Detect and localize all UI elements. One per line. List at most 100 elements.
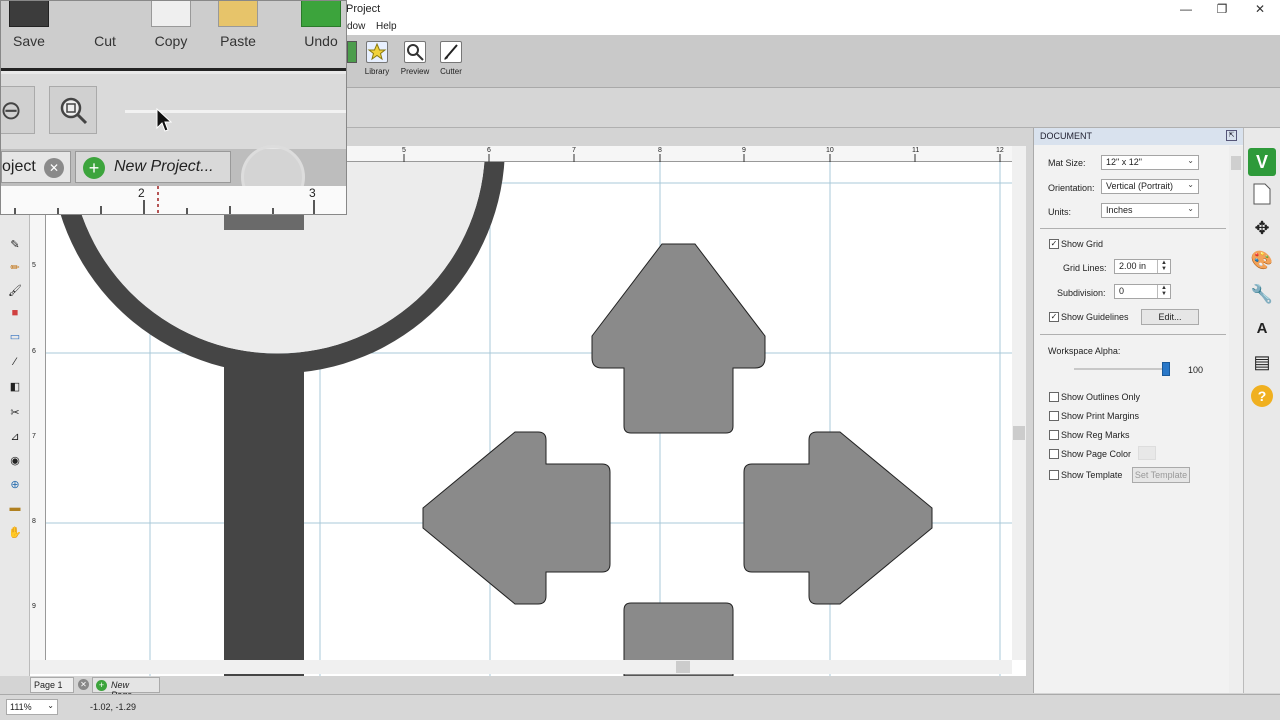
layers-icon[interactable]: ▤ — [1248, 348, 1276, 376]
show-guidelines-checkbox[interactable]: ✓ — [1049, 312, 1059, 322]
vertical-ruler[interactable]: 5 6 7 8 9 — [30, 162, 46, 660]
hscroll-thumb[interactable] — [676, 661, 690, 673]
magnified-toolbar: Save Cut Copy Paste Undo — [1, 1, 346, 71]
zoom-tool-icon[interactable]: ⊕ — [7, 476, 23, 492]
project-tab[interactable]: oject ✕ — [1, 151, 71, 183]
units-select[interactable]: Inches ⌄ — [1101, 203, 1199, 218]
page-tab[interactable]: Page 1 — [30, 677, 74, 693]
workspace-alpha-label: Workspace Alpha: — [1048, 346, 1121, 356]
magnified-ruler: 2 3 — [1, 186, 346, 214]
page-color-swatch[interactable] — [1138, 446, 1156, 460]
cutter-label: Cutter — [440, 67, 462, 76]
zoom-fit-icon[interactable] — [49, 86, 97, 134]
show-reg-marks-checkbox[interactable] — [1049, 430, 1059, 440]
close-tab-icon[interactable]: ✕ — [78, 679, 89, 690]
new-project-tab[interactable]: + New Project... — [75, 151, 231, 183]
zoom-value: 111% — [10, 702, 32, 712]
maximize-button[interactable]: ❐ — [1204, 0, 1240, 18]
partial-tool-icon[interactable] — [347, 41, 357, 63]
preview-button[interactable]: Preview — [397, 41, 433, 85]
show-template-label: Show Template — [1061, 470, 1123, 480]
chevron-down-icon: ⌄ — [47, 701, 54, 710]
preview-label: Preview — [400, 67, 430, 76]
spinner-arrows-icon[interactable]: ▲ ▼ — [1157, 285, 1170, 298]
show-print-margins-checkbox[interactable] — [1049, 411, 1059, 421]
grid-lines-value: 2.00 in — [1119, 261, 1147, 271]
wrench-icon[interactable]: 🔧 — [1248, 280, 1276, 308]
palette-icon[interactable]: 🎨 — [1248, 246, 1276, 274]
close-tab-icon[interactable]: ✕ — [44, 158, 64, 178]
panel-scroll-thumb[interactable] — [1231, 156, 1241, 170]
window-title: Project — [346, 3, 381, 15]
knife-icon[interactable]: ✂ — [7, 404, 23, 420]
plus-icon: + — [96, 680, 107, 691]
show-outlines-only-label: Show Outlines Only — [1061, 392, 1141, 402]
chevron-down-icon: ⌄ — [1187, 180, 1194, 189]
app-logo-icon[interactable]: V — [1248, 148, 1276, 176]
minimize-button[interactable]: — — [1168, 0, 1204, 18]
hruler-label: 7 — [572, 147, 576, 154]
close-window-button[interactable]: ✕ — [1242, 0, 1278, 18]
eyedropper-icon[interactable]: ⁄ — [7, 354, 23, 370]
grid-lines-input[interactable]: 2.00 in ▲ ▼ — [1114, 259, 1171, 274]
show-grid-label: Show Grid — [1061, 239, 1104, 249]
undo-button[interactable]: Undo — [299, 1, 343, 49]
hruler-label: 9 — [742, 147, 746, 154]
save-button[interactable]: Save — [7, 1, 51, 49]
project-tab-label: oject — [2, 158, 36, 175]
plus-icon: + — [83, 157, 105, 179]
edit-guidelines-button[interactable]: Edit... — [1141, 309, 1199, 325]
vruler-label: 5 — [32, 262, 36, 269]
spinner-arrows-icon[interactable]: ▲ ▼ — [1157, 260, 1170, 273]
show-grid-checkbox[interactable]: ✓ — [1049, 239, 1059, 249]
zoom-out-icon[interactable]: ⊖ — [1, 86, 35, 134]
panel-popout-icon[interactable]: ⇱ — [1226, 130, 1237, 141]
show-outlines-only-checkbox[interactable] — [1049, 392, 1059, 402]
left-toolbar: ✎ ✏ 🖌 ■ ▭ ⁄ ◧ ✂ ⊿ ◉ ⊕ ▬ ✋ — [0, 214, 30, 676]
vruler-label: 6 — [32, 348, 36, 355]
node-edit-icon[interactable]: ⊿ — [7, 428, 23, 444]
mat-size-select[interactable]: 12" x 12" ⌄ — [1101, 155, 1199, 170]
bezier-icon[interactable]: ◉ — [7, 452, 23, 468]
zoom-select[interactable]: 111% ⌄ — [6, 699, 58, 715]
undo-label: Undo — [304, 33, 338, 49]
orientation-select[interactable]: Vertical (Portrait) ⌄ — [1101, 179, 1199, 194]
subdivision-input[interactable]: 0 ▲ ▼ — [1114, 284, 1171, 299]
text-icon[interactable]: A — [1248, 314, 1276, 342]
cut-button[interactable]: Cut — [83, 1, 127, 49]
canvas-horizontal-scrollbar[interactable] — [30, 660, 1012, 674]
show-template-checkbox[interactable] — [1049, 470, 1059, 480]
brush-icon[interactable]: 🖌 — [7, 282, 23, 298]
hruler-label: 12 — [996, 147, 1004, 154]
new-page-tab[interactable]: + New Page... — [92, 677, 160, 700]
hand-tool-icon[interactable]: ✋ — [7, 524, 23, 540]
panel-scrollbar[interactable] — [1229, 146, 1243, 693]
hruler-label: 10 — [826, 147, 834, 154]
canvas[interactable] — [30, 146, 1026, 676]
grid-lines-label: Grid Lines: — [1063, 263, 1107, 273]
help-icon[interactable]: ? — [1251, 385, 1273, 407]
slider-thumb[interactable] — [1162, 362, 1170, 376]
rectangle-tool-icon[interactable]: ▭ — [7, 328, 23, 344]
show-page-color-checkbox[interactable] — [1049, 449, 1059, 459]
menu-window[interactable]: dow — [347, 21, 365, 32]
gradient-icon[interactable]: ◧ — [7, 378, 23, 394]
ruler-tool-icon[interactable]: ▬ — [7, 500, 23, 516]
canvas-vertical-scrollbar[interactable] — [1012, 146, 1026, 660]
paste-button[interactable]: Paste — [215, 1, 261, 49]
cutter-button[interactable]: Cutter — [433, 41, 469, 85]
pen-icon[interactable]: ✎ — [7, 236, 23, 252]
document-icon[interactable] — [1248, 180, 1276, 208]
move-icon[interactable]: ✥ — [1248, 214, 1276, 242]
vruler-label: 7 — [32, 433, 36, 440]
copy-button[interactable]: Copy — [149, 1, 193, 49]
scissors-icon — [85, 1, 125, 27]
eraser-icon[interactable]: ■ — [7, 305, 23, 321]
workspace-alpha-slider[interactable] — [1074, 362, 1170, 376]
pencil-icon[interactable]: ✏ — [7, 259, 23, 275]
set-template-button[interactable]: Set Template — [1132, 467, 1190, 483]
library-button[interactable]: Library — [359, 41, 395, 85]
vscroll-thumb[interactable] — [1013, 426, 1025, 440]
menu-help[interactable]: Help — [376, 21, 397, 32]
magnifier-icon — [404, 41, 426, 63]
